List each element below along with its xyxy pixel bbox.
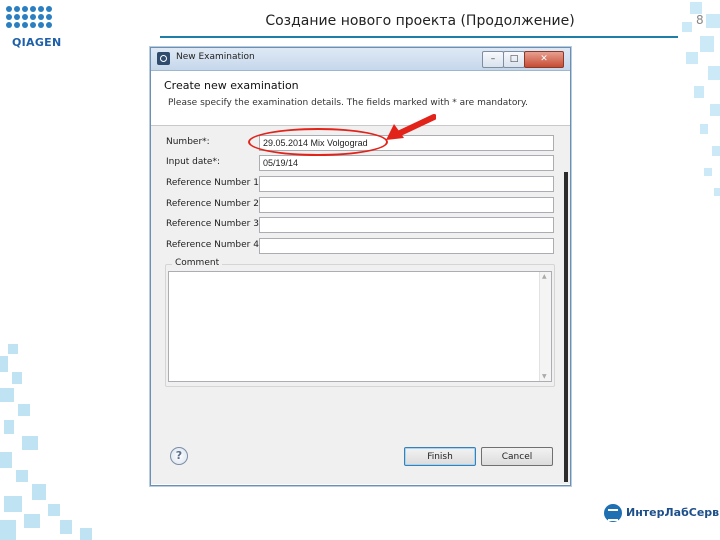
dialog-footer: ? Finish Cancel [151, 435, 570, 484]
finish-button[interactable]: Finish [404, 447, 476, 466]
comment-textarea[interactable]: ▲ ▼ [168, 271, 552, 382]
number-label: Number*: [166, 137, 210, 147]
comment-label: Comment [172, 258, 223, 268]
comment-scrollbar[interactable]: ▲ ▼ [539, 272, 551, 381]
reference-number-2-field[interactable] [259, 197, 554, 213]
dialog-heading: Create new examination [164, 79, 299, 92]
input-date-field[interactable] [259, 155, 554, 171]
close-button[interactable]: ✕ [524, 51, 564, 68]
highlight-ellipse [248, 128, 388, 156]
app-icon [157, 52, 170, 65]
maximize-button[interactable]: □ [503, 51, 525, 68]
title-divider [160, 36, 678, 38]
footer-brand: ИнтерЛабСервис [626, 506, 720, 519]
reference-number-3-field[interactable] [259, 217, 554, 233]
reference-number-1-field[interactable] [259, 176, 554, 192]
reference-number-3-label: Reference Number 3: [166, 219, 262, 229]
page-number: 8 [696, 13, 704, 27]
window-title: New Examination [176, 52, 255, 62]
reference-number-4-label: Reference Number 4: [166, 240, 262, 250]
dialog-body: Number*: Input date*: Reference Number 1… [151, 125, 570, 436]
reference-number-4-field[interactable] [259, 238, 554, 254]
scroll-up-icon[interactable]: ▲ [542, 273, 547, 280]
input-date-label: Input date*: [166, 157, 220, 167]
dialog-header: Create new examination Please specify th… [151, 71, 570, 125]
minimize-button[interactable]: – [482, 51, 504, 68]
dialog-subheading: Please specify the examination details. … [168, 98, 528, 108]
qiagen-logo-text: QIAGEN [12, 36, 62, 49]
new-examination-dialog: New Examination – □ ✕ Create new examina… [150, 47, 571, 486]
dialog-side-strip [564, 172, 568, 482]
reference-number-2-label: Reference Number 2: [166, 199, 262, 209]
interlabservice-logo-icon [604, 504, 622, 522]
help-icon[interactable]: ? [170, 447, 188, 465]
cancel-button[interactable]: Cancel [481, 447, 553, 466]
reference-number-1-label: Reference Number 1: [166, 178, 262, 188]
qiagen-logo: QIAGEN [6, 4, 62, 49]
dialog-titlebar[interactable]: New Examination – □ ✕ [151, 48, 570, 71]
annotation-arrow-icon [386, 114, 436, 140]
slide-title: Создание нового проекта (Продолжение) [265, 13, 575, 29]
scroll-down-icon[interactable]: ▼ [542, 373, 547, 380]
